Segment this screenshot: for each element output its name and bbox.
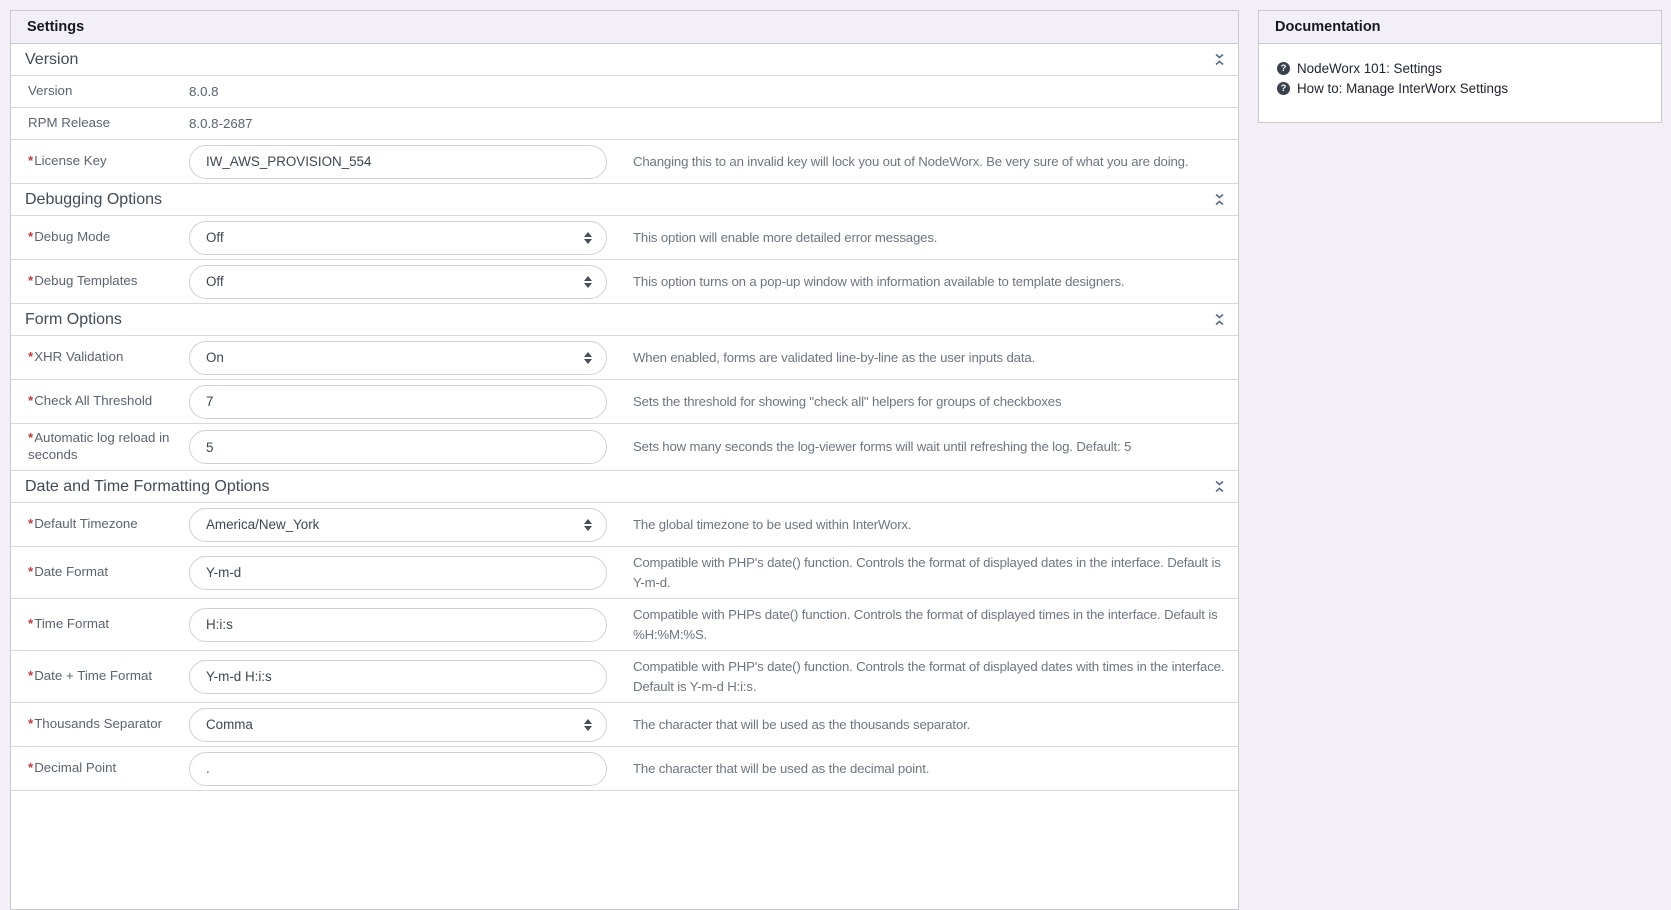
collapse-section-icon[interactable] <box>1211 52 1227 68</box>
decimal-point-input[interactable] <box>189 751 607 786</box>
select-arrows-icon <box>584 719 592 731</box>
row-date-time-format: Date + Time Format Compatible with PHP's… <box>11 651 1238 704</box>
select-arrows-icon <box>584 519 592 531</box>
row-default-timezone: Default Timezone America/New_York The gl… <box>11 503 1238 547</box>
field-label: XHR Validation <box>28 349 123 364</box>
field-help: The character that will be used as the d… <box>633 760 930 776</box>
field-help: The character that will be used as the t… <box>633 716 971 732</box>
select-value: Off <box>206 230 224 245</box>
field-help: Compatible with PHP's date() function. C… <box>633 555 1221 590</box>
row-decimal-point: Decimal Point The character that will be… <box>11 747 1238 792</box>
row-debug-mode: Debug Mode Off This option will enable m… <box>11 216 1238 260</box>
section-header-date-time-options: Date and Time Formatting Options <box>11 471 1238 503</box>
field-help: Sets how many seconds the log-viewer for… <box>633 439 1132 455</box>
section-title: Debugging Options <box>25 190 162 208</box>
field-label: Date + Time Format <box>28 668 152 683</box>
field-label: Version <box>28 83 73 99</box>
date-time-format-input[interactable] <box>189 659 607 694</box>
doc-link-manage-interworx-settings[interactable]: How to: Manage InterWorx Settings <box>1277 81 1645 96</box>
row-license-key: License Key Changing this to an invalid … <box>11 140 1238 184</box>
field-label: Decimal Point <box>28 760 116 775</box>
row-version: Version 8.0.8 <box>11 76 1238 108</box>
field-label: Debug Templates <box>28 273 137 288</box>
field-label: Check All Threshold <box>28 393 152 408</box>
time-format-input[interactable] <box>189 607 607 642</box>
settings-panel: Settings Version Version 8.0.8 RPM Relea… <box>10 10 1239 910</box>
question-circle-icon <box>1277 82 1290 95</box>
question-circle-icon <box>1277 62 1290 75</box>
field-label: Date Format <box>28 564 108 579</box>
select-value: On <box>206 350 224 365</box>
row-time-format: Time Format Compatible with PHPs date() … <box>11 599 1238 652</box>
section-header-debugging-options: Debugging Options <box>11 184 1238 216</box>
xhr-validation-select[interactable]: On <box>189 340 607 375</box>
field-help: Sets the threshold for showing "check al… <box>633 393 1062 409</box>
field-help: The global timezone to be used within In… <box>633 516 912 532</box>
row-date-format: Date Format Compatible with PHP's date()… <box>11 547 1238 600</box>
version-value: 8.0.8 <box>189 84 219 99</box>
row-thousands-separator: Thousands Separator Comma The character … <box>11 703 1238 748</box>
debug-mode-select[interactable]: Off <box>189 220 607 255</box>
select-arrows-icon <box>584 232 592 244</box>
row-xhr-validation: XHR Validation On When enabled, forms ar… <box>11 336 1238 380</box>
date-format-input[interactable] <box>189 555 607 590</box>
field-help: Compatible with PHP's date() function. C… <box>633 659 1225 694</box>
field-label: RPM Release <box>28 115 111 131</box>
field-help: This option will enable more detailed er… <box>633 229 938 245</box>
settings-panel-title: Settings <box>11 11 1238 44</box>
default-timezone-select[interactable]: America/New_York <box>189 507 607 542</box>
select-value: America/New_York <box>206 517 320 532</box>
panel-overflow-filler <box>11 791 1238 831</box>
documentation-panel-title: Documentation <box>1259 11 1661 44</box>
select-value: Off <box>206 274 224 289</box>
collapse-section-icon[interactable] <box>1211 479 1227 495</box>
field-label: Thousands Separator <box>28 716 162 731</box>
log-reload-input[interactable] <box>189 430 607 464</box>
field-label: Default Timezone <box>28 516 138 531</box>
select-arrows-icon <box>584 276 592 288</box>
field-help: Compatible with PHPs date() function. Co… <box>633 607 1218 642</box>
row-log-reload-seconds: Automatic log reload in seconds Sets how… <box>11 424 1238 471</box>
field-help: Changing this to an invalid key will loc… <box>633 153 1189 169</box>
license-key-input[interactable] <box>189 144 607 179</box>
doc-link-label: How to: Manage InterWorx Settings <box>1297 81 1509 96</box>
row-debug-templates: Debug Templates Off This option turns on… <box>11 260 1238 304</box>
section-header-version: Version <box>11 44 1238 76</box>
select-value: Comma <box>206 717 253 733</box>
field-label: Automatic log reload in seconds <box>28 430 169 462</box>
debug-templates-select[interactable]: Off <box>189 264 607 299</box>
collapse-section-icon[interactable] <box>1211 312 1227 328</box>
select-arrows-icon <box>584 352 592 364</box>
field-help: This option turns on a pop-up window wit… <box>633 273 1125 289</box>
field-label: Debug Mode <box>28 229 110 244</box>
documentation-panel: Documentation NodeWorx 101: Settings How… <box>1258 10 1662 123</box>
check-all-threshold-input[interactable] <box>189 384 607 419</box>
rpm-release-value: 8.0.8-2687 <box>189 116 253 131</box>
section-title: Form Options <box>25 310 122 328</box>
doc-link-nodeworx-101[interactable]: NodeWorx 101: Settings <box>1277 61 1645 76</box>
row-rpm-release: RPM Release 8.0.8-2687 <box>11 108 1238 140</box>
thousands-separator-select[interactable]: Comma <box>189 707 607 742</box>
field-label: License Key <box>28 153 107 168</box>
row-check-all-threshold: Check All Threshold Sets the threshold f… <box>11 380 1238 424</box>
field-label: Time Format <box>28 616 109 631</box>
doc-link-label: NodeWorx 101: Settings <box>1297 61 1442 76</box>
section-title: Version <box>25 50 79 68</box>
section-header-form-options: Form Options <box>11 304 1238 336</box>
field-help: When enabled, forms are validated line-b… <box>633 349 1036 365</box>
section-title: Date and Time Formatting Options <box>25 477 270 495</box>
collapse-section-icon[interactable] <box>1211 192 1227 208</box>
